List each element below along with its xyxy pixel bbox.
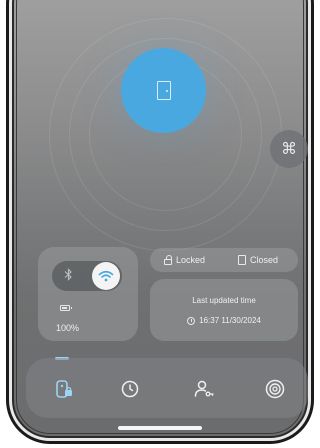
command-button[interactable]: ⌘ — [270, 130, 308, 168]
lock-status-label: Locked — [176, 255, 206, 265]
door-unlock-button[interactable] — [121, 48, 206, 133]
settings-icon — [265, 379, 285, 399]
home-indicator — [118, 426, 202, 430]
door-icon — [156, 81, 171, 100]
last-updated-title: Last updated time — [192, 296, 256, 305]
lock-icon — [164, 255, 172, 265]
clock-icon — [187, 316, 196, 325]
door-status-icon — [238, 255, 246, 265]
user-key-icon — [194, 380, 214, 397]
door-status-label: Closed — [250, 255, 279, 265]
clock-icon — [121, 380, 139, 398]
connectivity-card: 100% — [38, 247, 138, 341]
last-updated-time: 16:37 11/30/2024 — [150, 316, 298, 325]
battery-level: 100% — [56, 323, 80, 333]
lock-status-pill: Locked Closed — [150, 248, 298, 272]
last-updated-card: Last updated time 16:37 11/30/2024 — [150, 279, 298, 341]
bluetooth-icon[interactable] — [64, 268, 73, 284]
lock-status: Locked — [164, 255, 205, 265]
battery-icon — [60, 305, 72, 311]
command-icon: ⌘ — [281, 141, 297, 158]
nav-settings-tab[interactable] — [260, 374, 290, 404]
wifi-icon — [98, 270, 114, 282]
bottom-nav — [26, 358, 308, 418]
connection-toggle[interactable] — [52, 261, 122, 291]
door-status: Closed — [238, 255, 278, 265]
nav-history-tab[interactable] — [115, 374, 145, 404]
nav-lock-tab[interactable] — [50, 374, 80, 404]
nav-users-tab[interactable] — [189, 374, 219, 404]
wifi-button[interactable] — [92, 262, 120, 290]
door-lock-icon — [56, 380, 72, 398]
last-updated-value: 16:37 11/30/2024 — [199, 316, 261, 325]
